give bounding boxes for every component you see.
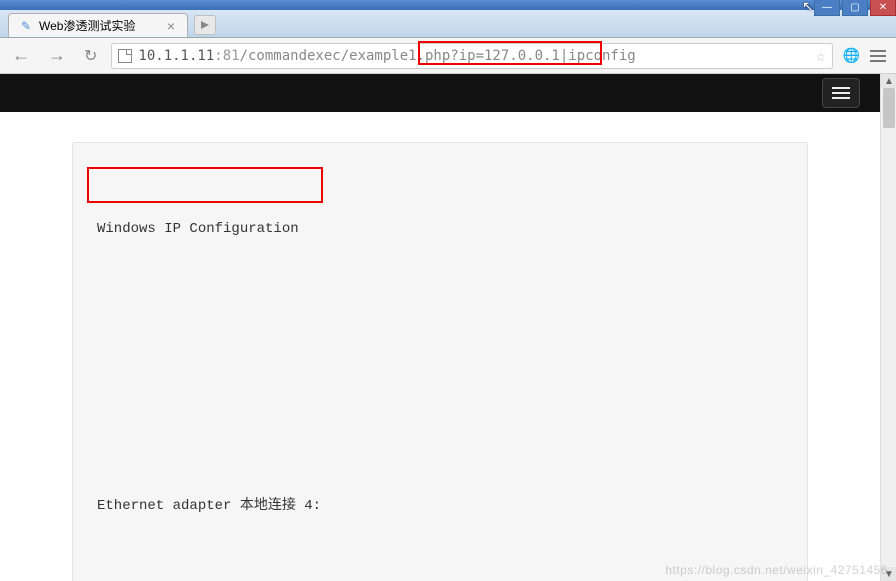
window-minimize-button[interactable]: — bbox=[814, 0, 840, 16]
reload-button[interactable]: ↻ bbox=[80, 44, 101, 68]
page-navbar bbox=[0, 74, 880, 112]
browser-tab-active[interactable]: ✎ Web渗透测试实验 × bbox=[8, 13, 188, 37]
vertical-scrollbar[interactable]: ▲ ▼ bbox=[880, 74, 896, 581]
browser-toolbar: ← → ↻ 10.1.1.11:81/commandexec/example1.… bbox=[0, 38, 896, 74]
page-icon bbox=[118, 49, 132, 63]
bookmark-star-icon[interactable]: ☆ bbox=[816, 46, 826, 65]
tab-close-button[interactable]: × bbox=[165, 18, 177, 34]
annotation-highlight-heading bbox=[87, 167, 323, 203]
window-close-button[interactable]: ✕ bbox=[870, 0, 896, 16]
globe-icon[interactable]: 🌐 bbox=[843, 47, 860, 64]
new-tab-button[interactable] bbox=[194, 15, 216, 35]
browser-tab-strip: ✎ Web渗透测试实验 × bbox=[0, 10, 896, 38]
url-host: 10.1.1.11 bbox=[138, 48, 214, 64]
ipconfig-output: Windows IP Configuration Ethernet adapte… bbox=[97, 173, 783, 581]
url-path: /commandexec/example1.php bbox=[240, 48, 451, 64]
scrollbar-thumb[interactable] bbox=[883, 88, 895, 128]
output-adapter-line: Ethernet adapter 本地连接 4: bbox=[97, 495, 783, 517]
back-button[interactable]: ← bbox=[8, 43, 34, 68]
forward-button[interactable]: → bbox=[44, 43, 70, 68]
url-port: :81 bbox=[214, 48, 239, 64]
watermark-text: https://blog.csdn.net/weixin_42751456 bbox=[665, 563, 888, 577]
command-output-panel: Windows IP Configuration Ethernet adapte… bbox=[72, 142, 808, 581]
window-maximize-button[interactable]: ▢ bbox=[842, 0, 868, 16]
scrollbar-up-button[interactable]: ▲ bbox=[881, 74, 896, 88]
plus-icon bbox=[200, 20, 210, 30]
tab-favicon-icon: ✎ bbox=[19, 19, 33, 33]
window-controls: — ▢ ✕ bbox=[814, 0, 896, 16]
chrome-menu-button[interactable] bbox=[868, 48, 888, 64]
tab-title: Web渗透测试实验 bbox=[39, 17, 135, 34]
page-menu-button[interactable] bbox=[822, 78, 860, 108]
page-viewport: Windows IP Configuration Ethernet adapte… bbox=[0, 74, 896, 581]
address-bar[interactable]: 10.1.1.11:81/commandexec/example1.php?ip… bbox=[111, 43, 832, 69]
output-heading: Windows IP Configuration bbox=[97, 218, 783, 240]
url-query: ?ip=127.0.0.1|ipconfig bbox=[450, 48, 635, 64]
window-titlebar: — ▢ ✕ bbox=[0, 0, 896, 10]
